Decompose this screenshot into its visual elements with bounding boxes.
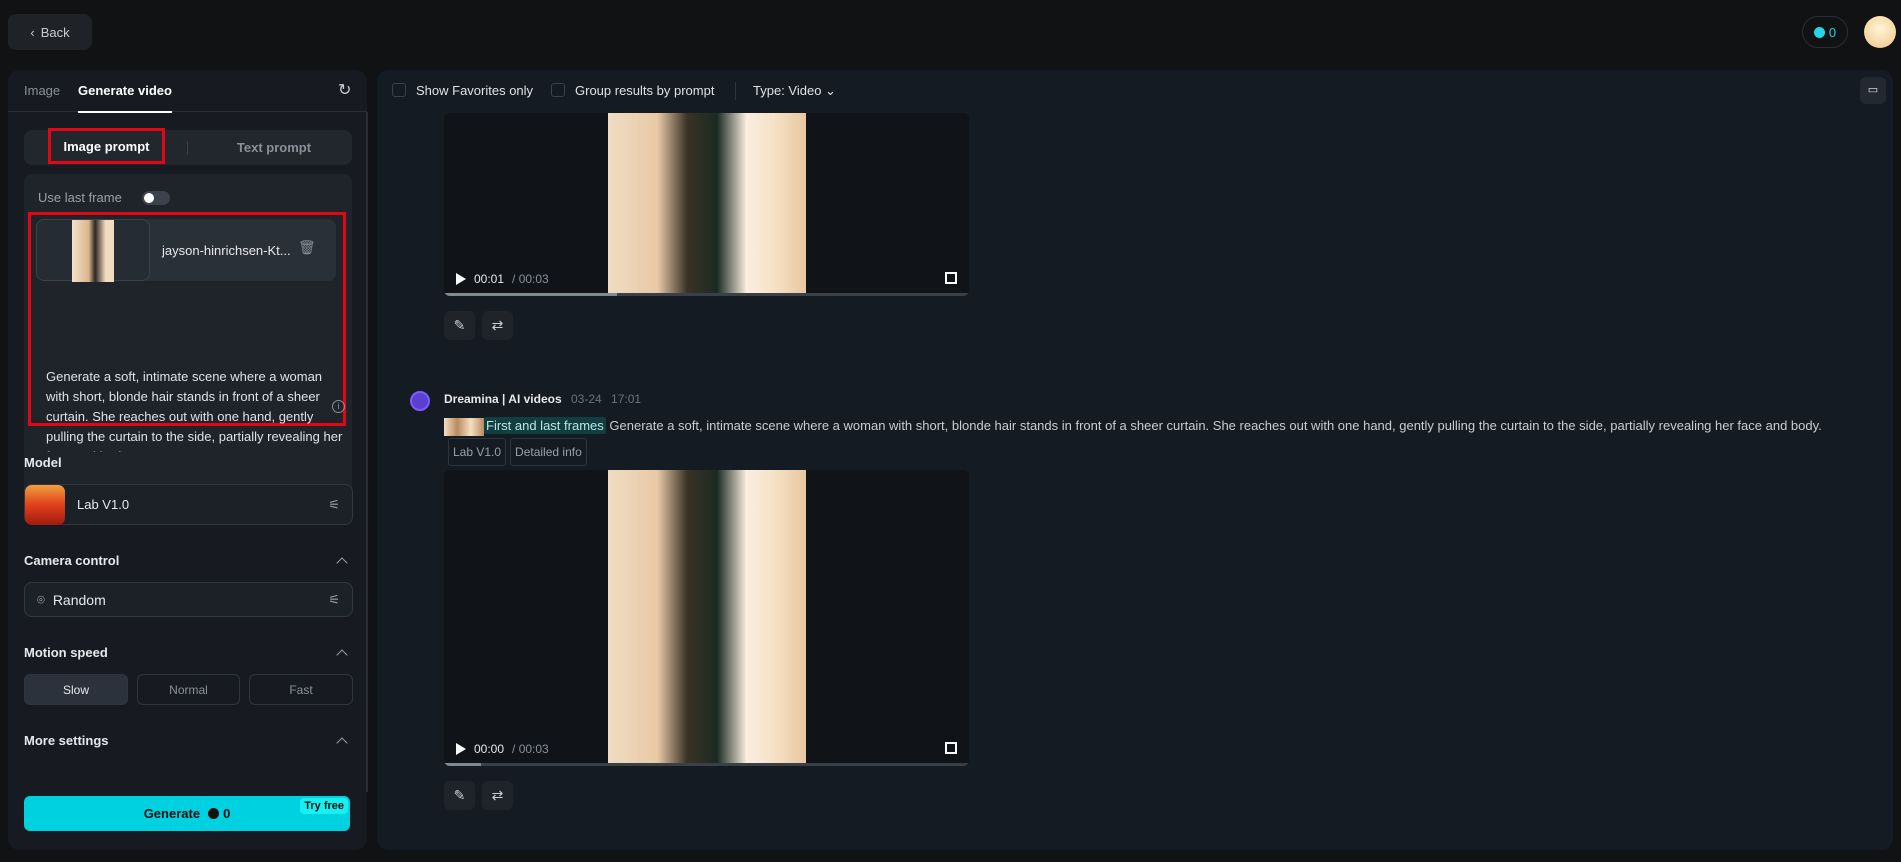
camera-control-label: Camera control: [24, 553, 120, 568]
settings-sliders-icon[interactable]: ⚟: [328, 592, 340, 608]
fullscreen-icon[interactable]: [945, 742, 957, 754]
model-value: Lab V1.0: [77, 497, 130, 512]
toolbar: Show Favorites only Group results by pro…: [377, 70, 1893, 113]
divider: [187, 141, 188, 155]
result-prompt: First and last frames Generate a soft, i…: [444, 414, 1844, 466]
chevron-down-icon: ⌄: [825, 83, 836, 98]
camera-select[interactable]: ⌾ Random ⚟: [24, 582, 353, 617]
pencil-icon: ✎: [453, 787, 466, 803]
camera-value: Random: [52, 591, 106, 608]
more-settings-label: More settings: [24, 733, 109, 748]
prompt-text: Generate a soft, intimate scene where a …: [609, 418, 1822, 433]
author: Dreamina | AI videos: [444, 392, 562, 406]
image-prompt-tab[interactable]: Image prompt: [48, 128, 165, 164]
frames-thumbnail: [444, 417, 484, 436]
favorites-label[interactable]: Show Favorites only: [416, 83, 533, 98]
group-checkbox[interactable]: [551, 83, 565, 97]
type-dropdown[interactable]: Type: Video ⌄: [753, 83, 836, 99]
chevron-left-icon: ‹: [30, 24, 35, 40]
try-free-badge: Try free: [300, 798, 348, 814]
credits-badge[interactable]: 0: [1802, 16, 1848, 48]
credit-icon: [1813, 26, 1825, 38]
info-icon[interactable]: i: [332, 400, 345, 413]
duration: / 00:03: [512, 742, 549, 756]
credit-icon: [208, 808, 220, 819]
trash-icon[interactable]: 🗑: [298, 239, 316, 256]
edit-button[interactable]: ✎: [444, 781, 475, 810]
user-avatar[interactable]: [1864, 16, 1896, 48]
regenerate-button[interactable]: ⇄: [482, 311, 513, 340]
model-thumbnail: [25, 484, 65, 525]
video-frame: [608, 113, 806, 296]
pencil-icon: ✎: [453, 317, 466, 333]
prompt-textarea[interactable]: Generate a soft, intimate scene where a …: [46, 367, 346, 452]
time: 17:01: [611, 392, 642, 406]
group-label[interactable]: Group results by prompt: [575, 83, 714, 98]
use-last-frame-toggle[interactable]: [142, 191, 170, 205]
loop-icon: ⇄: [491, 787, 504, 803]
left-panel: Image Generate video ↻ Image prompt Text…: [8, 70, 368, 850]
current-time: 00:01: [474, 272, 505, 286]
image-thumbnail: [36, 219, 150, 282]
play-icon[interactable]: [456, 743, 466, 755]
fullscreen-icon[interactable]: [945, 272, 957, 284]
video-frame: [608, 470, 806, 766]
generate-label: Generate: [143, 806, 201, 821]
scrollbar[interactable]: [366, 112, 368, 792]
model-tag: Lab V1.0: [448, 438, 507, 466]
favorites-checkbox[interactable]: [392, 83, 406, 97]
date: 03-24: [570, 392, 602, 406]
duration: / 00:03: [512, 272, 549, 286]
type-label: Type: Video: [753, 83, 822, 98]
speed-normal-button[interactable]: Normal: [137, 674, 240, 705]
result-header: Dreamina | AI videos 03-24 17:01: [444, 392, 641, 406]
play-icon[interactable]: [456, 273, 466, 285]
speed-fast-button[interactable]: Fast: [249, 674, 353, 705]
image-filename: jayson-hinrichsen-Kt...: [162, 243, 291, 258]
current-time: 00:00: [474, 742, 505, 756]
mode-tabs: Image Generate video ↻: [8, 70, 367, 113]
chevron-up-icon[interactable]: [336, 737, 348, 749]
progress-fill: [444, 293, 618, 296]
speed-slow-button[interactable]: Slow: [24, 674, 128, 705]
video-player[interactable]: 00:01 / 00:03: [444, 113, 969, 296]
folder-button[interactable]: ▭: [1860, 77, 1886, 104]
model-select[interactable]: Lab V1.0 ⚟: [24, 484, 353, 525]
generate-cost: 0: [223, 806, 231, 821]
reset-icon[interactable]: ↻: [338, 80, 351, 100]
edit-button[interactable]: ✎: [444, 311, 475, 340]
tab-generate-video[interactable]: Generate video: [78, 83, 172, 113]
mode-tag[interactable]: First and last frames: [484, 417, 606, 434]
tab-image[interactable]: Image: [24, 83, 60, 98]
video-player[interactable]: 00:00 / 00:03: [444, 470, 969, 766]
image-prompt-card: Use last frame jayson-hinrichsen-Kt... 🗑…: [24, 174, 352, 498]
video-progress[interactable]: [444, 763, 969, 766]
settings-sliders-icon[interactable]: ⚟: [328, 497, 340, 513]
video-progress[interactable]: [444, 293, 969, 296]
prompt-mode-switch: Image prompt Text prompt: [24, 128, 352, 165]
chevron-up-icon[interactable]: [336, 649, 348, 661]
loop-icon: ⇄: [491, 317, 504, 333]
motion-speed-label: Motion speed: [24, 645, 108, 660]
uploaded-image-item[interactable]: jayson-hinrichsen-Kt... 🗑: [36, 219, 336, 282]
chevron-up-icon[interactable]: [336, 557, 348, 569]
dreamina-logo-icon: [410, 391, 430, 411]
model-label: Model: [24, 455, 62, 470]
back-button[interactable]: ‹ Back: [8, 14, 92, 50]
text-prompt-tab[interactable]: Text prompt: [214, 140, 334, 155]
results-panel: 00:01 / 00:03 ✎ ⇄ Show Favorites only Gro…: [377, 70, 1893, 850]
use-last-frame-label: Use last frame: [38, 190, 122, 205]
regenerate-button[interactable]: ⇄: [482, 781, 513, 810]
divider: [735, 82, 736, 100]
progress-fill: [444, 763, 481, 766]
detailed-info-tag[interactable]: Detailed info: [510, 438, 587, 466]
camera-focus-icon: ⌾: [37, 591, 45, 607]
generate-button[interactable]: Generate 0 Try free: [24, 796, 350, 831]
